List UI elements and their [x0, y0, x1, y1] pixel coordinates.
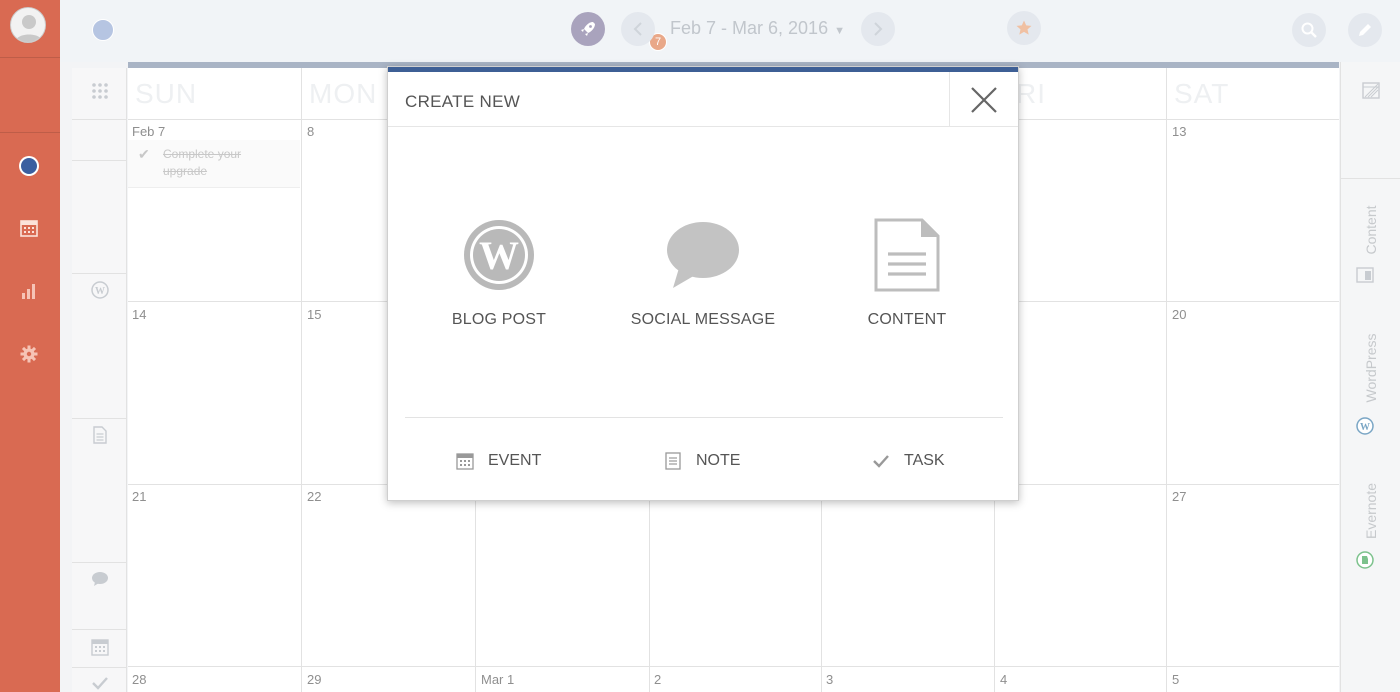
day-header-sat: SAT [1166, 68, 1339, 119]
calendar-color-dot-icon[interactable] [17, 154, 41, 178]
note-icon [662, 450, 684, 472]
note-option[interactable]: NOTE [662, 447, 740, 475]
wordpress-icon[interactable]: W [90, 280, 110, 300]
analytics-bar-chart-icon[interactable] [18, 280, 40, 302]
event-option[interactable]: EVENT [454, 447, 541, 475]
calendar-icon[interactable] [18, 217, 40, 239]
gutter-divider [72, 667, 127, 668]
close-button[interactable] [949, 72, 1018, 127]
sidebar-divider [0, 57, 60, 58]
day-number: 8 [307, 124, 315, 139]
grid-hline [128, 666, 1339, 667]
chevron-down-icon: ▼ [834, 25, 845, 37]
edit-pencil-icon[interactable] [1348, 13, 1382, 47]
modal-header: CREATE NEW [388, 72, 1018, 127]
task-label: TASK [904, 452, 945, 469]
blog-post-label: BLOG POST [451, 311, 547, 328]
previous-arrow-button[interactable] [621, 12, 655, 46]
print-calendar-icon[interactable] [1362, 81, 1380, 104]
task-item[interactable]: ✔ Complete your upgrade [128, 140, 300, 188]
content-doc-icon[interactable] [1356, 267, 1374, 288]
checkmark-icon [870, 450, 892, 472]
day-number: Mar 1 [481, 672, 515, 687]
social-message-label: SOCIAL MESSAGE [630, 311, 776, 328]
tab-evernote[interactable]: Evernote [1363, 483, 1379, 539]
checkmark-icon[interactable] [90, 673, 110, 692]
svg-text:W: W [479, 233, 519, 278]
document-icon[interactable] [90, 425, 110, 445]
day-number: 28 [132, 672, 147, 687]
calendar-gutter [72, 68, 127, 692]
note-label: NOTE [696, 452, 741, 469]
day-number: 13 [1172, 124, 1187, 139]
wordpress-icon[interactable]: W [1356, 417, 1374, 440]
user-avatar[interactable] [10, 7, 46, 43]
day-number: 21 [132, 489, 147, 504]
event-label: EVENT [488, 452, 542, 469]
day-number: 14 [132, 307, 147, 322]
day-number: 22 [307, 489, 322, 504]
sidebar-divider [0, 132, 60, 133]
event-calendar-icon[interactable] [90, 637, 110, 657]
svg-text:W: W [95, 286, 105, 297]
calendar-icon [454, 450, 476, 472]
day-number: 4 [1000, 672, 1008, 687]
day-number: Feb 7 [132, 124, 166, 139]
social-message-option[interactable]: SOCIAL MESSAGE [593, 215, 813, 335]
left-sidebar [0, 0, 60, 692]
gutter-divider [72, 562, 127, 563]
tab-wordpress[interactable]: WordPress [1363, 334, 1379, 403]
day-number: 20 [1172, 307, 1187, 322]
gutter-divider [72, 160, 127, 161]
right-panel: Content WordPress W Evernote [1340, 62, 1400, 692]
grid-vline [301, 68, 302, 692]
content-label: CONTENT [867, 311, 947, 328]
document-icon [867, 215, 947, 295]
settings-gear-icon[interactable] [18, 343, 40, 365]
star-icon[interactable] [1007, 11, 1041, 45]
content-option[interactable]: CONTENT [797, 215, 1017, 335]
day-header-fri: RI [1016, 78, 1046, 109]
modal-divider [405, 417, 1003, 418]
day-number: 5 [1172, 672, 1180, 687]
day-number: 15 [307, 307, 322, 322]
grid-vline [1166, 68, 1167, 692]
modal-title: CREATE NEW [405, 92, 521, 111]
day-header-sun: SUN [135, 78, 198, 109]
close-icon [971, 86, 997, 113]
date-range-selector[interactable]: Feb 7 - Mar 6, 2016 ▼ [670, 18, 845, 39]
date-range-label: Feb 7 - Mar 6, 2016 [670, 18, 829, 38]
calendar-selector-dot-icon[interactable] [92, 19, 114, 41]
gutter-divider [72, 418, 127, 419]
right-panel-divider [1341, 178, 1400, 179]
svg-text:W: W [1360, 422, 1370, 433]
search-icon[interactable] [1292, 13, 1326, 47]
day-number: 27 [1172, 489, 1187, 504]
evernote-icon[interactable] [1356, 551, 1374, 574]
task-text: Complete your upgrade [163, 147, 242, 178]
top-bar: 7 Feb 7 - Mar 6, 2016 ▼ [60, 0, 1400, 62]
create-new-modal: CREATE NEW W BLOG POST SOCIAL MESSAGE CO… [387, 66, 1019, 501]
day-number: 2 [654, 672, 662, 687]
rocket-icon[interactable] [571, 12, 605, 46]
speech-bubble-icon[interactable] [90, 569, 110, 589]
day-number: 29 [307, 672, 322, 687]
speech-bubble-icon [663, 215, 743, 295]
gutter-divider [72, 273, 127, 274]
blog-post-option[interactable]: W BLOG POST [389, 215, 609, 335]
task-option[interactable]: TASK [870, 447, 945, 475]
gutter-divider [72, 119, 127, 120]
checkmark-icon[interactable]: ✔ [138, 146, 150, 163]
day-number: 3 [826, 672, 834, 687]
tab-content[interactable]: Content [1363, 205, 1379, 254]
grid-dots-icon[interactable] [90, 81, 110, 101]
gutter-divider [72, 629, 127, 630]
wordpress-logo-icon: W [459, 215, 539, 295]
next-arrow-button[interactable] [861, 12, 895, 46]
